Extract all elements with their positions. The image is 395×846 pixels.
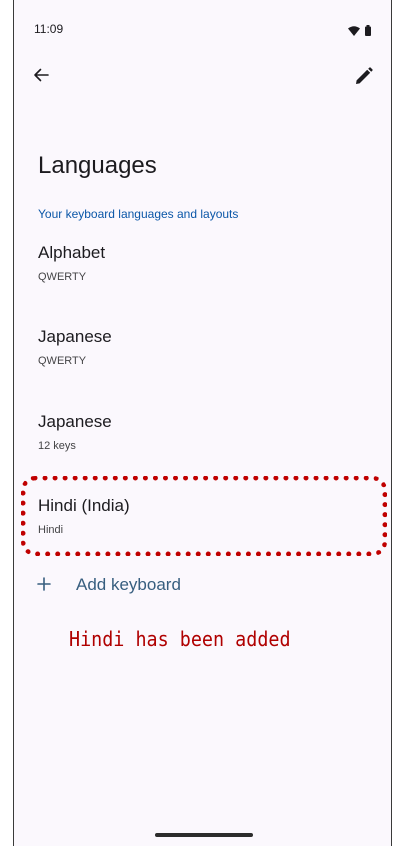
- language-item-japanese-12-keys[interactable]: Japanese 12 keys: [14, 412, 391, 488]
- section-header: Your keyboard languages and layouts: [38, 207, 239, 221]
- language-name: Japanese: [38, 412, 112, 431]
- add-keyboard-label: Add keyboard: [76, 575, 181, 594]
- wifi-icon: [348, 23, 360, 41]
- language-item-alphabet[interactable]: Alphabet QWERTY: [14, 243, 391, 319]
- status-icons: [348, 23, 371, 41]
- navigation-handle[interactable]: [155, 833, 253, 837]
- plus-icon: [34, 574, 54, 597]
- status-bar: 11:09: [14, 0, 391, 48]
- language-name: Alphabet: [38, 243, 106, 262]
- annotation-text: Hindi has been added: [69, 627, 291, 651]
- edit-button[interactable]: [344, 58, 384, 98]
- language-layout: QWERTY: [38, 271, 87, 283]
- pencil-icon: [355, 66, 373, 90]
- language-layout: 12 keys: [38, 440, 76, 452]
- page-title: Languages: [38, 152, 157, 179]
- language-item-hindi[interactable]: Hindi (India) Hindi: [14, 496, 391, 572]
- back-button[interactable]: [21, 57, 61, 97]
- language-layout: Hindi: [38, 524, 64, 536]
- phone-screen: 11:09 Languages Your keyboard languages …: [13, 0, 392, 846]
- add-keyboard-button[interactable]: Add keyboard: [34, 571, 181, 599]
- language-name: Japanese: [38, 327, 112, 346]
- status-time: 11:09: [34, 22, 64, 36]
- battery-icon: [365, 23, 371, 41]
- language-item-japanese-qwerty[interactable]: Japanese QWERTY: [14, 327, 391, 403]
- language-name: Hindi (India): [38, 496, 130, 515]
- arrow-back-icon: [33, 67, 49, 88]
- language-layout: QWERTY: [38, 355, 87, 367]
